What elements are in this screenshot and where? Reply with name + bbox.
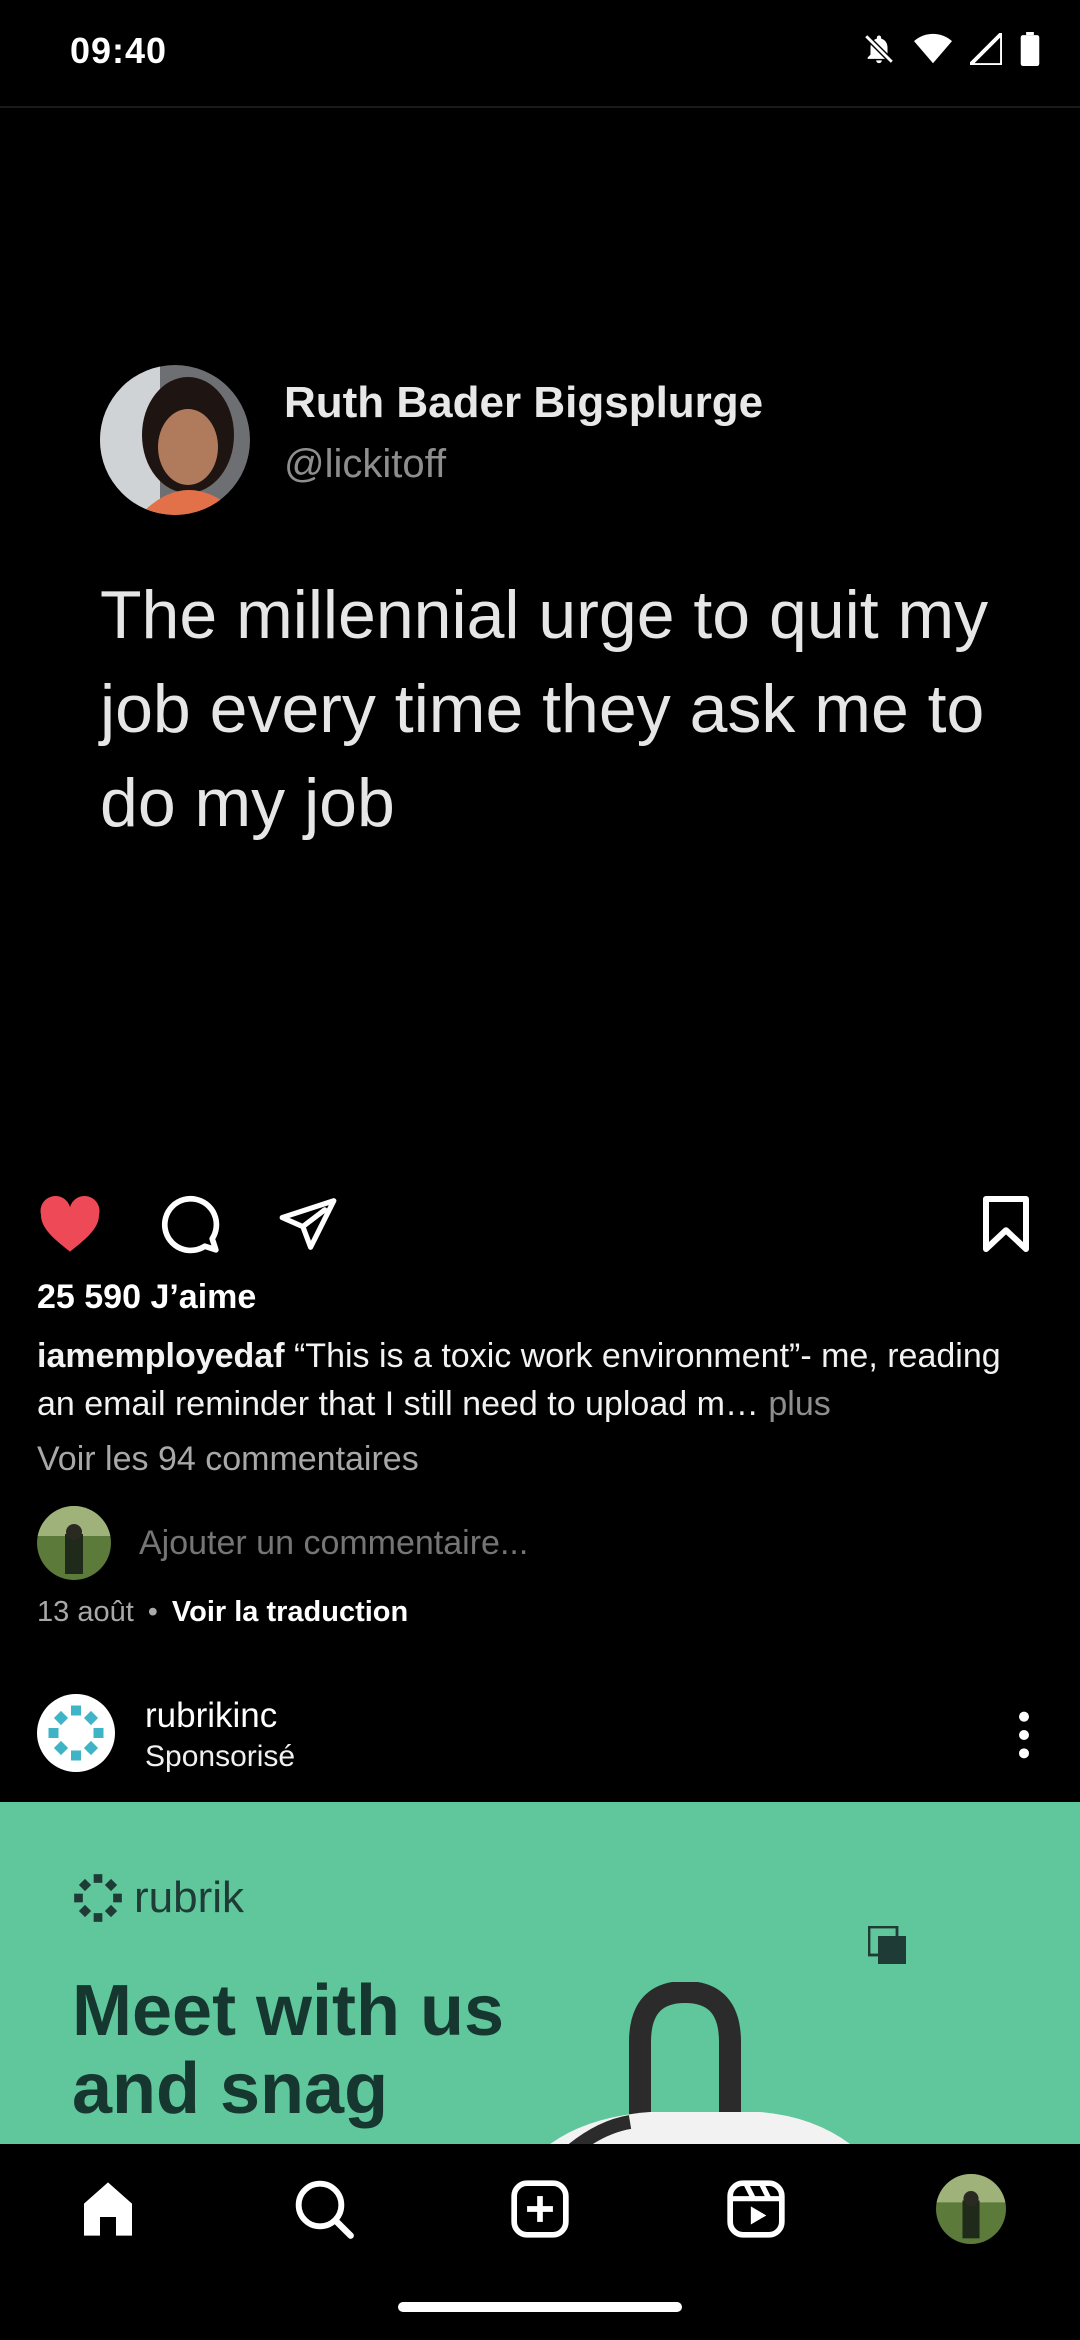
ad-logo-text: rubrik bbox=[134, 1873, 245, 1922]
post-meta: 13 août • Voir la traduction bbox=[37, 1596, 408, 1629]
caption-username[interactable]: iamemployedaf bbox=[37, 1337, 285, 1375]
bell-off-icon bbox=[864, 34, 894, 64]
nav-create[interactable] bbox=[505, 2174, 575, 2244]
rubrik-logo-icon bbox=[74, 1874, 122, 1922]
ad-creative[interactable]: rubrik Meet with us and snag bbox=[0, 1802, 1080, 2144]
battery-icon bbox=[1020, 32, 1040, 66]
user-avatar bbox=[37, 1506, 111, 1580]
status-icons bbox=[862, 32, 1040, 66]
likes-count[interactable]: 25 590 J’aime bbox=[37, 1278, 256, 1317]
nav-profile[interactable] bbox=[936, 2174, 1006, 2244]
meta-separator: • bbox=[147, 1596, 158, 1628]
bookmark-icon bbox=[983, 1196, 1029, 1252]
post-caption: iamemployedaf “This is a toxic work envi… bbox=[37, 1332, 1047, 1428]
like-button[interactable] bbox=[38, 1192, 102, 1256]
rubrik-logo-icon bbox=[48, 1705, 104, 1761]
share-button[interactable] bbox=[276, 1192, 340, 1256]
tweet-text: The millennial urge to quit my job every… bbox=[100, 577, 989, 841]
more-vertical-icon bbox=[1019, 1711, 1029, 1759]
signal-icon bbox=[970, 33, 1002, 65]
view-comments-link[interactable]: Voir les 94 commentaires bbox=[37, 1440, 419, 1479]
translate-link[interactable]: Voir la traduction bbox=[172, 1596, 408, 1629]
sponsor-account-name[interactable]: rubrikinc bbox=[145, 1696, 277, 1736]
heart-filled-icon bbox=[40, 1195, 100, 1252]
tweet-author-handle: @lickitoff bbox=[284, 442, 447, 486]
comment-button[interactable] bbox=[158, 1192, 222, 1256]
post-date: 13 août bbox=[37, 1596, 134, 1628]
comment-icon bbox=[161, 1195, 220, 1254]
tweet-avatar bbox=[100, 365, 250, 515]
create-icon bbox=[511, 2180, 569, 2238]
caption-more-link[interactable]: plus bbox=[759, 1385, 830, 1423]
search-icon bbox=[295, 2180, 354, 2239]
send-icon bbox=[279, 1198, 337, 1250]
profile-avatar bbox=[936, 2174, 1006, 2244]
backpack-illustration bbox=[550, 1982, 850, 2144]
carousel-icon bbox=[868, 1926, 906, 1964]
wifi-icon bbox=[914, 33, 952, 64]
nav-reels[interactable] bbox=[721, 2174, 791, 2244]
comment-input[interactable] bbox=[137, 1522, 584, 1564]
status-bar: 09:40 bbox=[0, 0, 1080, 108]
reels-icon bbox=[727, 2180, 785, 2238]
add-comment-row bbox=[37, 1506, 584, 1580]
nav-home[interactable] bbox=[73, 2174, 143, 2244]
post-actions bbox=[0, 1170, 1080, 1270]
ad-logo: rubrik bbox=[72, 1872, 244, 1924]
sponsored-label: Sponsorisé bbox=[145, 1740, 296, 1773]
status-time: 09:40 bbox=[70, 30, 168, 71]
more-options-button[interactable] bbox=[1010, 1710, 1038, 1760]
nav-search[interactable] bbox=[289, 2174, 359, 2244]
home-icon bbox=[84, 2182, 132, 2236]
home-indicator[interactable] bbox=[398, 2302, 682, 2312]
sponsor-avatar[interactable] bbox=[37, 1694, 115, 1772]
save-button[interactable] bbox=[974, 1192, 1038, 1256]
tweet-author-name: Ruth Bader Bigsplurge bbox=[284, 378, 764, 427]
